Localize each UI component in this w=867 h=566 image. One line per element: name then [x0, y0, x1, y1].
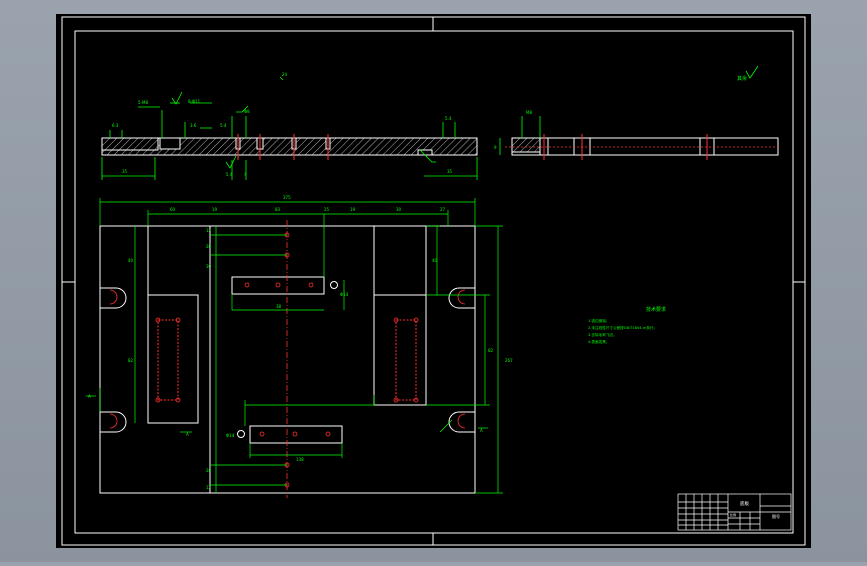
svg-text:5.4: 5.4: [226, 172, 233, 177]
svg-text:6.3: 6.3: [112, 123, 119, 128]
tech-req-line-4: 4.表面发黑。: [588, 339, 609, 344]
svg-text:Φ14: Φ14: [340, 292, 349, 297]
tech-req-title: 技术要求: [646, 306, 666, 313]
title-block-drawing-no: 图号: [772, 513, 780, 519]
svg-text:5.4: 5.4: [220, 123, 227, 128]
drawing-sheet: [56, 14, 811, 548]
svg-text:30: 30: [206, 264, 212, 269]
svg-text:3.6: 3.6: [190, 123, 197, 128]
svg-text:8-Φ11: 8-Φ11: [188, 99, 201, 104]
svg-text:30: 30: [396, 207, 402, 212]
svg-text:28: 28: [206, 244, 212, 249]
svg-text:M8: M8: [526, 110, 532, 115]
svg-text:35: 35: [447, 169, 453, 174]
svg-text:24: 24: [282, 72, 288, 77]
tech-req-line-2: 2.未注线性尺寸公差按GB/T1804-m执行。: [588, 325, 657, 330]
svg-text:83: 83: [275, 207, 281, 212]
svg-text:25: 25: [324, 207, 330, 212]
svg-text:375: 375: [283, 195, 291, 200]
svg-text:82: 82: [128, 358, 134, 363]
svg-text:Φ14: Φ14: [226, 433, 235, 438]
svg-text:12: 12: [206, 485, 212, 490]
svg-text:12: 12: [206, 228, 212, 233]
svg-text:Φ8: Φ8: [244, 109, 250, 114]
svg-text:A: A: [480, 428, 483, 433]
svg-text:28: 28: [206, 468, 212, 473]
svg-text:40: 40: [128, 258, 134, 263]
svg-text:5.4: 5.4: [445, 116, 452, 121]
svg-text:267: 267: [505, 358, 513, 363]
title-block-part-name: 底板: [740, 500, 749, 507]
roughness-label: 其余: [737, 75, 747, 82]
cad-viewport[interactable]: 35 6.3 5-M8 8-Φ11 3.6 5.4 Φ8 5.4 4 5.4 3…: [0, 0, 867, 562]
svg-text:27: 27: [440, 207, 446, 212]
svg-text:82: 82: [488, 348, 494, 353]
svg-text:5-M8: 5-M8: [138, 100, 148, 105]
title-block-scale: 比例: [730, 512, 736, 517]
svg-text:60: 60: [170, 207, 176, 212]
svg-text:19: 19: [350, 207, 356, 212]
svg-text:138: 138: [296, 457, 304, 462]
svg-text:19: 19: [212, 207, 218, 212]
svg-text:40: 40: [432, 258, 438, 263]
tech-req-line-1: 1.锐边倒钝。: [588, 318, 609, 323]
svg-text:38: 38: [276, 304, 282, 309]
svg-text:35: 35: [122, 169, 128, 174]
drawing-canvas: 35 6.3 5-M8 8-Φ11 3.6 5.4 Φ8 5.4 4 5.4 3…: [56, 14, 811, 548]
svg-text:A: A: [186, 432, 189, 437]
svg-text:A: A: [88, 394, 91, 399]
tech-req-line-3: 3.去除毛刺飞边。: [588, 332, 617, 337]
